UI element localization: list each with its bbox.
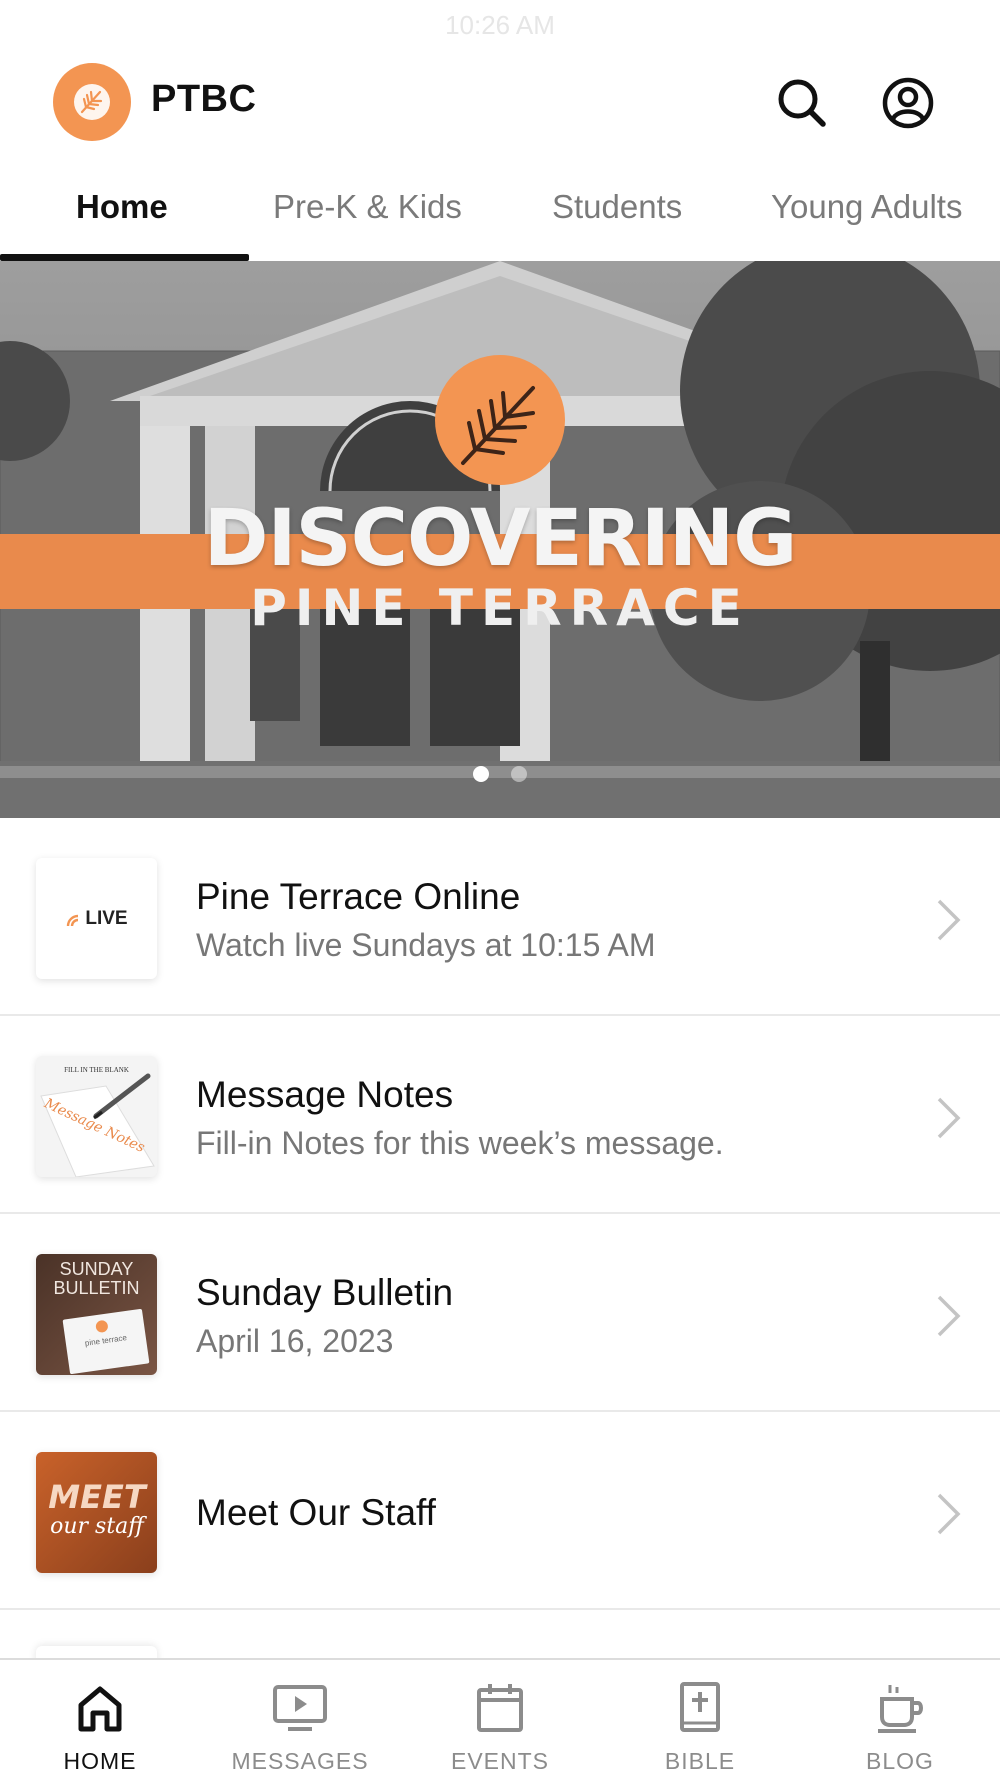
thumb-caption: MEET xyxy=(48,1478,146,1516)
list-item-message-notes[interactable]: FILL IN THE BLANK Message Notes Message … xyxy=(0,1016,1000,1214)
message-notes-thumbnail: FILL IN THE BLANK Message Notes xyxy=(36,1056,157,1177)
pine-leaf-logo-icon xyxy=(74,84,110,120)
tabbar-label: MESSAGES xyxy=(231,1748,369,1774)
tab-active-indicator xyxy=(0,254,249,261)
pen-paper-icon xyxy=(40,1073,155,1177)
bulletin-paper-text: pine terrace xyxy=(84,1333,128,1348)
app-name: PTBC xyxy=(151,78,257,120)
list-item-pine-terrace-online[interactable]: LIVE Pine Terrace Online Watch live Sund… xyxy=(0,818,1000,1016)
list-item-meet-our-staff[interactable]: MEET our staff Meet Our Staff xyxy=(0,1412,1000,1610)
chevron-right-icon xyxy=(937,1097,961,1139)
search-button[interactable] xyxy=(773,74,831,132)
calendar-icon xyxy=(470,1680,530,1736)
list-item-title: Message Notes xyxy=(196,1074,454,1115)
tv-play-icon xyxy=(270,1680,330,1736)
home-icon xyxy=(70,1680,130,1736)
tabbar-home[interactable]: HOME xyxy=(0,1660,200,1778)
tabbar-label: BIBLE xyxy=(664,1748,736,1774)
tab-pre-k-kids[interactable]: Pre-K & Kids xyxy=(273,188,462,226)
bible-icon xyxy=(670,1680,730,1736)
tabbar-label: BLOG xyxy=(866,1748,934,1774)
pine-leaf-emblem-icon xyxy=(435,355,565,485)
user-circle-icon xyxy=(882,77,934,129)
search-icon xyxy=(778,79,826,127)
list-item-subtitle: April 16, 2023 xyxy=(196,1323,394,1359)
broadcast-icon xyxy=(67,914,79,926)
status-time: 10:26 AM xyxy=(445,10,555,40)
hero-subtitle: PINE TERRACE xyxy=(250,579,750,637)
brand-logo[interactable] xyxy=(53,63,131,141)
chevron-right-icon xyxy=(937,1493,961,1535)
bottom-tab-bar: HOME MESSAGES EVENTS BIBLE BLOG xyxy=(0,1658,1000,1778)
tab-home[interactable]: Home xyxy=(76,188,168,226)
list-item-title: Sunday Bulletin xyxy=(196,1272,454,1313)
carousel-dot-active[interactable] xyxy=(473,766,489,782)
list-item-subtitle: Watch live Sundays at 10:15 AM xyxy=(196,927,656,963)
tab-young-adults[interactable]: Young Adults xyxy=(771,188,962,226)
list-item-title: Meet Our Staff xyxy=(196,1492,436,1533)
tabbar-label: EVENTS xyxy=(450,1748,550,1774)
live-thumbnail: LIVE xyxy=(36,858,157,979)
thumb-caption: SUNDAY BULLETIN xyxy=(53,1259,140,1298)
bulletin-thumbnail: SUNDAY BULLETIN pine terrace xyxy=(36,1254,157,1375)
profile-button[interactable] xyxy=(879,74,937,132)
chevron-right-icon xyxy=(937,1295,961,1337)
live-label: LIVE xyxy=(85,907,128,929)
tabbar-blog[interactable]: BLOG xyxy=(800,1660,1000,1778)
tab-students[interactable]: Students xyxy=(552,188,682,226)
app-header: PTBC xyxy=(0,52,1000,152)
bulletin-logo-dot xyxy=(95,1319,109,1334)
tabbar-bible[interactable]: BIBLE xyxy=(600,1660,800,1778)
tabbar-label: HOME xyxy=(63,1748,137,1774)
staff-thumbnail: MEET our staff xyxy=(36,1452,157,1573)
coffee-cup-icon xyxy=(870,1680,930,1736)
carousel-indicator xyxy=(0,766,1000,782)
content-list: LIVE Pine Terrace Online Watch live Sund… xyxy=(0,818,1000,1686)
thumb-script: our staff xyxy=(50,1514,144,1539)
bulletin-paper: pine terrace xyxy=(62,1308,150,1375)
chevron-right-icon xyxy=(937,899,961,941)
list-item-sunday-bulletin[interactable]: SUNDAY BULLETIN pine terrace Sunday Bull… xyxy=(0,1214,1000,1412)
hero-title: DISCOVERING xyxy=(203,494,797,584)
category-tabs: Home Pre-K & Kids Students Young Adults xyxy=(0,168,1000,262)
list-item-subtitle: Fill-in Notes for this week’s message. xyxy=(196,1125,724,1161)
hero-banner[interactable]: DISCOVERING PINE TERRACE xyxy=(0,261,1000,818)
tabbar-events[interactable]: EVENTS xyxy=(400,1660,600,1778)
list-item-title: Pine Terrace Online xyxy=(196,876,521,917)
tabbar-messages[interactable]: MESSAGES xyxy=(200,1660,400,1778)
carousel-dot[interactable] xyxy=(511,766,527,782)
